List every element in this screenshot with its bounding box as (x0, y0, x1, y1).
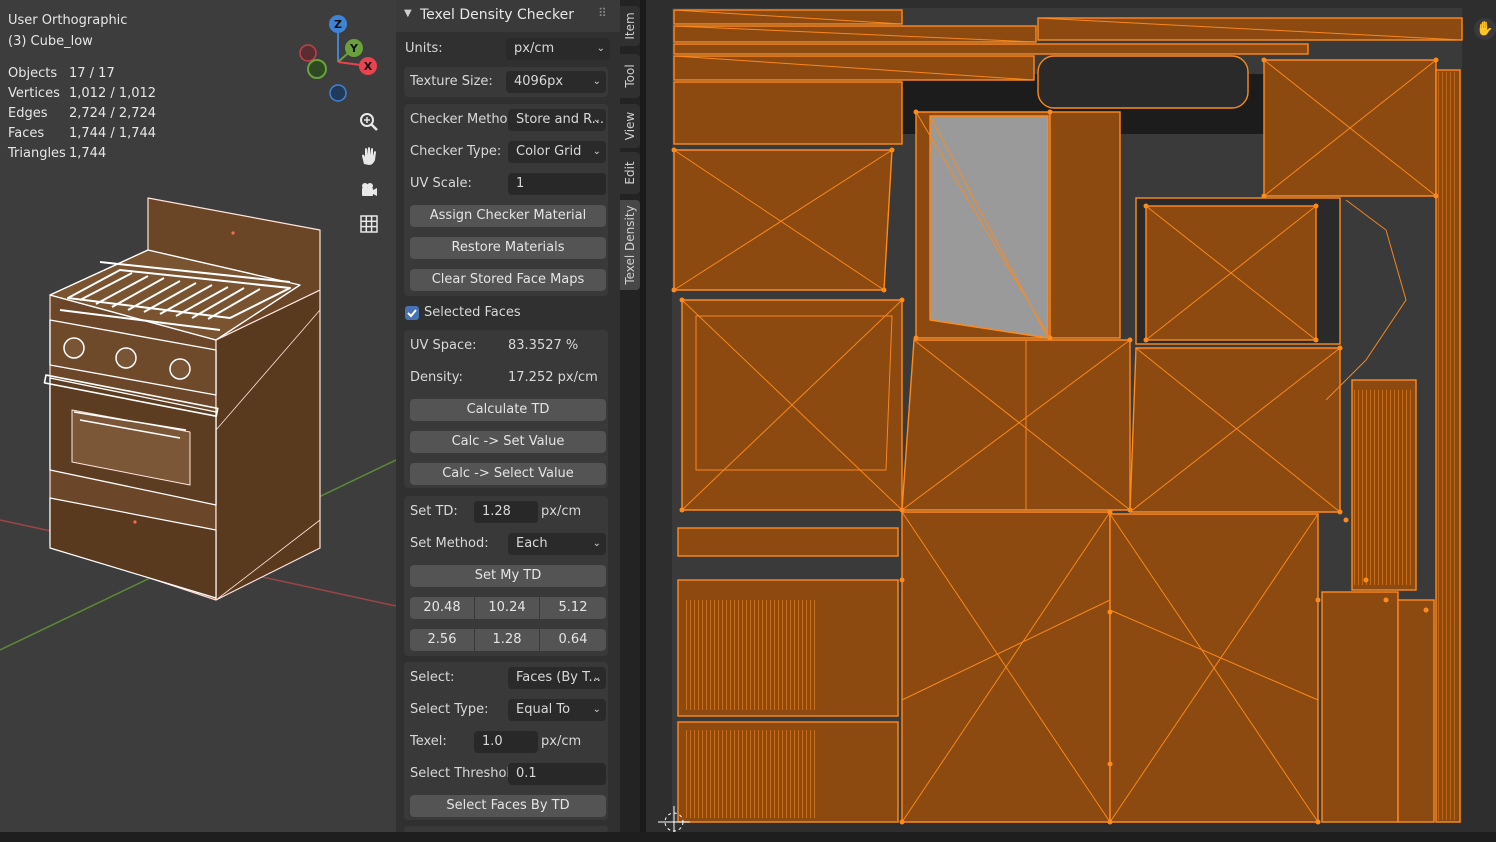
tab-texel-density[interactable]: Texel Density (620, 200, 640, 290)
preset-2-56-button[interactable]: 2.56 (410, 629, 474, 651)
pan-hand-icon[interactable] (355, 142, 383, 170)
3d-viewport[interactable]: User Orthographic (3) Cube_low Objects 17… (0, 0, 396, 832)
calc-select-value-button[interactable]: Calc -> Select Value (410, 463, 606, 485)
uv-scale-label: UV Scale: (410, 176, 472, 191)
uv-scale-field[interactable]: 1 (508, 173, 606, 195)
assign-checker-button[interactable]: Assign Checker Material (410, 205, 606, 227)
select-label: Select: (410, 670, 455, 685)
preset-5-12-button[interactable]: 5.12 (540, 597, 606, 619)
svg-text:Y: Y (349, 42, 359, 55)
checker-method-dropdown[interactable]: Store and R... ⌄ (508, 109, 606, 131)
preset-0-64-button[interactable]: 0.64 (540, 629, 606, 651)
texel-unit: px/cm (541, 734, 582, 749)
set-td-label: Set TD: (410, 504, 458, 519)
stat-vertices: Vertices 1,012 / 1,012 (8, 86, 157, 101)
grid-icon[interactable] (355, 210, 383, 238)
select-type-dropdown[interactable]: Equal To ⌄ (508, 699, 606, 721)
density-label: Density: (410, 370, 463, 385)
navigation-gizmo[interactable]: Z Y X (296, 12, 388, 108)
camera-icon[interactable] (355, 176, 383, 204)
view-name: User Orthographic (8, 13, 128, 28)
units-dropdown[interactable]: px/cm ⌄ (506, 38, 610, 60)
calculate-td-button[interactable]: Calculate TD (410, 399, 606, 421)
units-label: Units: (405, 41, 443, 56)
select-dropdown[interactable]: Faces (By T... ⌄ (508, 667, 606, 689)
chevron-down-icon: ⌄ (592, 538, 601, 549)
pan-hand-icon[interactable]: ✋ (1474, 18, 1496, 40)
preset-20-48-button[interactable]: 20.48 (410, 597, 474, 619)
checkmark-icon (407, 309, 417, 318)
texel-field[interactable]: 1.0 (474, 731, 538, 753)
object-name: (3) Cube_low (8, 34, 93, 49)
checker-box (404, 104, 608, 296)
checker-method-label: Checker Method: (410, 112, 521, 127)
preset-10-24-button[interactable]: 10.24 (475, 597, 539, 619)
texel-label: Texel: (410, 734, 447, 749)
chevron-down-icon: ⌄ (592, 114, 601, 125)
stat-faces: Faces 1,744 / 1,744 (8, 126, 157, 141)
status-bar (0, 832, 1496, 842)
restore-materials-button[interactable]: Restore Materials (410, 237, 606, 259)
chevron-down-icon: ⌄ (592, 704, 601, 715)
stat-triangles: Triangles 1,744 (8, 146, 107, 161)
panel-header[interactable]: ▼ Texel Density Checker ⠿ (396, 0, 620, 32)
tab-tool[interactable]: Tool (620, 54, 640, 98)
sidebar-tabs: Item Tool View Edit Texel Density (620, 0, 640, 832)
stat-edges: Edges 2,724 / 2,724 (8, 106, 157, 121)
set-method-dropdown[interactable]: Each ⌄ (508, 533, 606, 555)
tab-view[interactable]: View (620, 104, 640, 148)
svg-text:X: X (364, 60, 373, 73)
selected-faces-label: Selected Faces (424, 305, 521, 320)
zoom-icon[interactable] (355, 108, 383, 136)
clear-face-maps-button[interactable]: Clear Stored Face Maps (410, 269, 606, 291)
set-my-td-button[interactable]: Set My TD (410, 565, 606, 587)
texel-density-panel: ▼ Texel Density Checker ⠿ Units: px/cm ⌄ … (396, 0, 620, 832)
preset-1-28-button[interactable]: 1.28 (475, 629, 539, 651)
checker-type-label: Checker Type: (410, 144, 502, 159)
chevron-down-icon: ⌄ (592, 146, 601, 157)
texture-size-label: Texture Size: (410, 74, 493, 89)
stove-model (43, 197, 321, 601)
tab-edit[interactable]: Edit (620, 152, 640, 194)
chevron-down-icon: ⌄ (592, 76, 601, 87)
set-method-label: Set Method: (410, 536, 489, 551)
collapse-arrow-icon[interactable]: ▼ (404, 8, 412, 19)
chevron-down-icon: ⌄ (592, 672, 601, 683)
viewport-scene (0, 197, 396, 651)
density-value: 17.252 px/cm (508, 370, 598, 385)
selected-faces-checkbox[interactable] (405, 306, 419, 320)
svg-text:Z: Z (334, 18, 342, 31)
drag-handle-icon[interactable]: ⠿ (598, 6, 607, 20)
select-faces-by-td-button[interactable]: Select Faces By TD (410, 795, 606, 817)
tab-item[interactable]: Item (620, 6, 640, 46)
uv-space-value: 83.3527 % (508, 338, 579, 353)
calc-set-value-button[interactable]: Calc -> Set Value (410, 431, 606, 453)
chevron-down-icon: ⌄ (596, 43, 605, 54)
uv-editor[interactable]: ✋ (646, 0, 1496, 832)
uv-layout (658, 8, 1463, 832)
select-type-label: Select Type: (410, 702, 489, 717)
stat-objects: Objects 17 / 17 (8, 66, 115, 81)
select-threshold-field[interactable]: 0.1 (508, 763, 606, 785)
texture-size-dropdown[interactable]: 4096px ⌄ (506, 71, 606, 93)
checker-type-dropdown[interactable]: Color Grid ⌄ (508, 141, 606, 163)
panel-title: Texel Density Checker (420, 7, 574, 23)
uv-space-label: UV Space: (410, 338, 477, 353)
select-threshold-label: Select Threshold: (410, 766, 523, 781)
set-td-unit: px/cm (541, 504, 582, 519)
set-td-field[interactable]: 1.28 (474, 501, 538, 523)
